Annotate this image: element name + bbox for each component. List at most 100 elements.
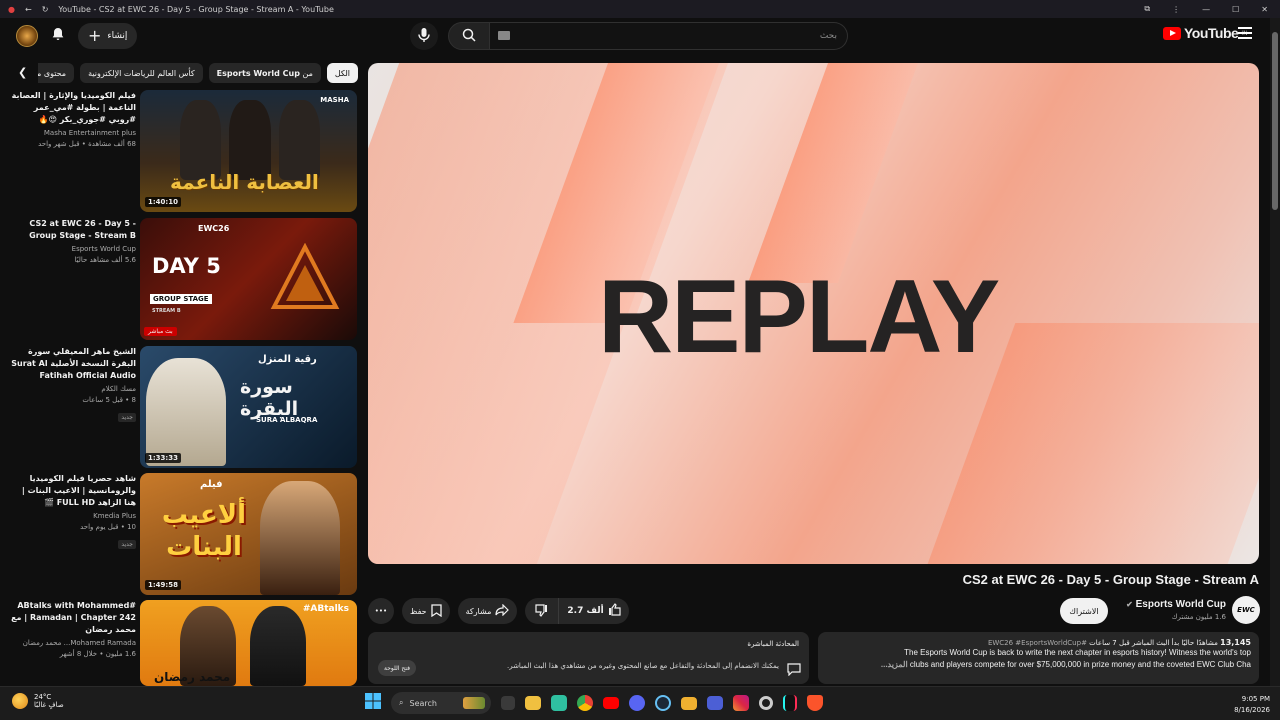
live-chat-panel: المحادثة المباشرة يمكنك الانضمام إلى الم… [368,632,809,684]
system-clock[interactable]: 9:05 PM 8/16/2026 [1234,694,1270,716]
settings-gear-icon[interactable] [759,696,773,710]
menu-dots-icon[interactable]: ⋮ [1172,5,1180,14]
youtube-logo[interactable]: YouTube IN [1163,25,1248,41]
windows-start-icon[interactable] [365,693,381,713]
thumb-day: DAY 5 [152,254,221,278]
video-title[interactable]: شاهد حصريا فيلم الكوميديا والرومانسية | … [8,473,136,509]
youtube-wordmark: YouTube [1184,25,1239,41]
video-info: #ABtalks with Mohammed Ramadan | Chapter… [8,600,136,658]
thumb-title: ألاعيب البنات [161,500,247,562]
open-panel-button[interactable]: فتح اللوحة [378,660,416,676]
subscribe-label: الاشتراك [1069,606,1099,616]
list-item[interactable]: MASHA العصابة الناعمة 1:40:10 فيلم الكوم… [0,90,360,212]
video-thumbnail[interactable]: رقية المنزل سورة البقرة SURA ALBAQRA 1:3… [140,346,357,468]
video-thumbnail[interactable]: #ABtalks محمد رمضان [140,600,357,686]
new-badge: جديد [118,540,136,549]
thumb-top: فيلم [200,479,223,490]
keyboard-icon[interactable] [498,31,510,40]
channel-name[interactable]: Kmedia Plus [8,512,136,520]
channel-name[interactable]: Mohamed Ramada... محمد رمضان [8,639,136,647]
video-player[interactable]: REPLAY [368,63,1259,564]
file-explorer-icon[interactable] [525,696,541,710]
minimize-button[interactable]: — [1202,5,1210,14]
weather-widget[interactable]: 24°C صافٍ غالبًا [12,693,64,709]
browser-nav: ● ← ↻ [0,5,48,14]
video-meta: 68 ألف مشاهدة • قبل شهر واحد [38,140,136,148]
task-view-icon[interactable] [501,696,515,710]
player-bg-shape [747,63,919,283]
more-link[interactable]: ...المزيد [881,660,908,669]
search-icon: ⌕ [399,698,404,707]
channel-name[interactable]: Masha Entertainment plus [8,129,136,137]
list-item[interactable]: رقية المنزل سورة البقرة SURA ALBAQRA 1:3… [0,346,360,468]
scrollbar-thumb[interactable] [1272,32,1278,210]
taskbar-apps: ⌕ Search [365,692,823,714]
steam-icon[interactable] [655,695,671,711]
voice-search-button[interactable] [410,22,438,50]
video-actions: ••• حفظ مشاركة 2.7 ألف [368,598,629,624]
chip-all[interactable]: الكل [326,63,358,83]
channel-name[interactable]: مسك الكلام [8,385,136,393]
thumb-sub: SURA ALBAQRA [256,416,318,424]
chrome-icon[interactable] [577,695,593,711]
tiktok-icon[interactable] [783,695,797,711]
maximize-button[interactable]: ☐ [1232,5,1239,14]
thumb-triangle-graphic [270,243,340,309]
discord-icon[interactable] [629,695,645,711]
chip-related[interactable]: محتوى مشابه [38,63,75,83]
video-thumbnail[interactable]: MASHA العصابة الناعمة 1:40:10 [140,90,357,212]
share-button[interactable]: مشاركة [457,598,518,624]
plus-icon: + [88,26,102,45]
video-thumbnail[interactable]: فيلم ألاعيب البنات 1:49:58 [140,473,357,595]
chevron-left-icon[interactable]: ❮ [18,66,27,79]
list-item[interactable]: EWC26 DAY 5 GROUP STAGE STREAM B بث مباش… [0,218,360,340]
extensions-icon[interactable]: ⧉ [1144,4,1150,14]
thumbs-up-icon [608,603,621,619]
chip-esports-world-cup[interactable]: كأس العالم للرياضات الإلكترونية [80,63,203,83]
account-avatar[interactable] [16,25,38,47]
subscribe-button[interactable]: الاشتراك [1060,598,1108,624]
video-title[interactable]: الشيخ ماهر المعيقلي سورة البقرة النسخة ا… [8,346,136,382]
thumb-bottom: محمد رمضان [154,670,231,684]
description-line-2: ...المزيد clubs and players compete for … [826,659,1251,671]
channel-name[interactable]: Esports World Cup [8,245,136,253]
search-input[interactable] [490,22,848,50]
taskbar-search[interactable]: ⌕ Search [391,692,491,714]
create-button[interactable]: + إنشاء [78,23,138,49]
channel-avatar[interactable]: EWC [1232,596,1260,624]
video-thumbnail[interactable]: EWC26 DAY 5 GROUP STAGE STREAM B بث مباش… [140,218,357,340]
calculator-icon[interactable] [551,695,567,711]
folder-icon[interactable] [681,696,697,710]
chip-from-channel[interactable]: من Esports World Cup [208,63,321,83]
channel-name-main[interactable]: ✔ Esports World Cup [1126,599,1226,610]
dislike-button[interactable] [525,598,560,624]
live-chat-description: يمكنك الانضمام إلى المحادثة والتفاعل مع … [506,662,779,670]
teams-icon[interactable] [707,696,723,710]
description-box[interactable]: 13,145 مشاهدًا حاليًا بدأ البث المباشر ق… [818,632,1259,684]
more-actions-button[interactable]: ••• [368,598,394,624]
reload-icon[interactable]: ↻ [42,5,49,14]
description-line: The Esports World Cup is back to write t… [904,648,1251,657]
youtube-app-icon[interactable] [603,697,619,709]
brave-browser-icon[interactable] [807,695,823,711]
duration-badge: 1:40:10 [145,197,181,207]
taskbar-search-label: Search [409,698,437,708]
search-button[interactable] [448,22,490,50]
save-button[interactable]: حفظ [402,598,450,624]
thumb-stream: STREAM B [152,308,181,314]
video-title[interactable]: CS2 at EWC 26 - Day 5 - Group Stage - St… [8,218,136,242]
video-title[interactable]: #ABtalks with Mohammed Ramadan | Chapter… [8,600,136,636]
like-button[interactable]: 2.7 ألف [559,598,628,624]
page-scrollbar[interactable] [1270,18,1280,686]
close-window-button[interactable]: ✕ [1261,5,1268,14]
notifications-bell-icon[interactable] [50,26,66,46]
back-icon[interactable]: ← [25,5,32,14]
search-icon [462,27,476,46]
hashtags[interactable]: #EWC26 #EsportsWorldCup [988,639,1087,647]
instagram-icon[interactable] [733,695,749,711]
video-title[interactable]: فيلم الكوميديا والإثارة | العصابة الناعم… [8,90,136,126]
list-item[interactable]: فيلم ألاعيب البنات 1:49:58 شاهد حصريا في… [0,473,360,595]
hamburger-menu-icon[interactable] [1238,27,1252,39]
clock-date: 8/16/2026 [1234,706,1270,714]
list-item[interactable]: #ABtalks محمد رمضان #ABtalks with Mohamm… [0,600,360,686]
